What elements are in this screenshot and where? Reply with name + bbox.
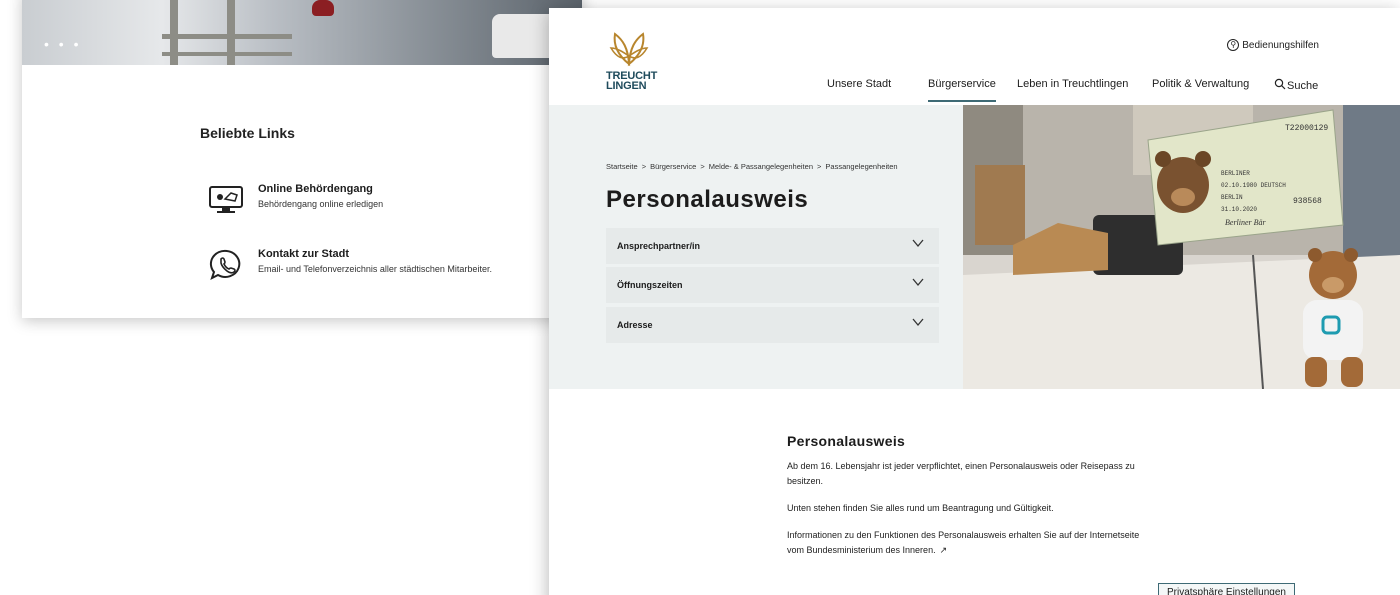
accessibility-icon: ⚲ [1227, 39, 1240, 51]
logo-line-2: LINGEN [606, 80, 647, 92]
breadcrumb: Startseite > Bürgerservice > Melde- & Pa… [606, 162, 898, 171]
svg-text:BERLIN: BERLIN [1221, 194, 1243, 201]
breadcrumb-separator: > [817, 162, 822, 171]
external-link-icon: ↗ [939, 545, 948, 555]
svg-text:31.10.2020: 31.10.2020 [1221, 206, 1257, 213]
search-label: Suche [1287, 80, 1319, 92]
page-title: Personalausweis [606, 186, 809, 213]
hero-street-image: • • • [22, 0, 582, 65]
content-title: Personalausweis [787, 433, 906, 449]
car [312, 0, 334, 16]
accordion-ansprechpartner[interactable]: Ansprechpartner/in [606, 228, 939, 264]
railing-bar [162, 52, 292, 56]
accordion-label: Ansprechpartner/in [617, 241, 701, 251]
breadcrumb-separator: > [641, 162, 647, 171]
svg-text:02.10.1980 DEUTSCH: 02.10.1980 DEUTSCH [1221, 182, 1286, 189]
popular-links-title: Beliebte Links [200, 125, 295, 141]
content-link-text[interactable]: Informationen zu den Funktionen des Pers… [787, 530, 1139, 555]
nav-item-politik[interactable]: Politik & Verwaltung [1152, 78, 1249, 90]
accordion-label: Adresse [617, 320, 653, 330]
slider-dots[interactable]: • • • [44, 36, 81, 52]
privacy-settings-button[interactable]: Privatsphäre Einstellungen [1158, 583, 1295, 595]
svg-text:BERLINER: BERLINER [1221, 170, 1250, 177]
popular-link-contact[interactable]: Kontakt zur Stadt Email- und Telefonverz… [208, 248, 578, 288]
chevron-down-icon [912, 318, 924, 327]
search-button[interactable]: Suche [1274, 75, 1318, 92]
accordion-adresse[interactable]: Adresse [606, 307, 939, 343]
breadcrumb-item-home[interactable]: Startseite [606, 162, 638, 171]
breadcrumb-separator: > [700, 162, 705, 171]
content-paragraph: Ab dem 16. Lebensjahr ist jeder verpflic… [787, 461, 1135, 486]
breadcrumb-item-buergerservice[interactable]: Bürgerservice [650, 162, 696, 171]
railing-bar [162, 34, 292, 39]
back-page-screenshot: • • • Beliebte Links Online Behördengang… [22, 0, 582, 318]
nav-item-unsere-stadt[interactable]: Unsere Stadt [827, 78, 891, 90]
leaf-logo-icon [609, 32, 649, 67]
svg-text:T22000129: T22000129 [1285, 124, 1328, 133]
accessibility-link[interactable]: ⚲ Bedienungshilfen [1227, 39, 1319, 51]
accordion-label: Öffnungszeiten [617, 280, 683, 290]
popular-link-subtitle: Behördengang online erledigen [258, 199, 384, 209]
logo-wordmark: TREUCHT LINGEN [606, 71, 657, 92]
svg-text:Berliner Bär: Berliner Bär [1225, 218, 1267, 227]
computer-hand-icon [209, 186, 243, 213]
nav-item-buergerservice[interactable]: Bürgerservice [928, 78, 996, 102]
city-logo[interactable]: TREUCHT LINGEN [603, 30, 663, 102]
nav-item-leben[interactable]: Leben in Treuchtlingen [1017, 78, 1128, 90]
content-paragraph: Unten stehen finden Sie alles rund um Be… [787, 503, 1054, 513]
svg-text:938568: 938568 [1293, 197, 1322, 206]
popular-link-subtitle: Email- und Telefonverzeichnis aller städ… [258, 264, 492, 274]
content-paragraph-link[interactable]: Informationen zu den Funktionen des Pers… [787, 528, 1147, 558]
breadcrumb-item-melde[interactable]: Melde- & Passangelegenheiten [709, 162, 813, 171]
popular-link-title: Online Behördengang [258, 183, 373, 195]
chevron-down-icon [912, 278, 924, 287]
search-icon [1274, 78, 1286, 89]
front-page-screenshot: TREUCHT LINGEN ⚲ Bedienungshilfen Unsere… [549, 8, 1400, 595]
accordion-oeffnungszeiten[interactable]: Öffnungszeiten [606, 267, 939, 303]
hero-office-photo: T22000129 BERLINER 02.10.1980 DEUTSCH BE… [963, 105, 1400, 389]
main-content: Personalausweis Ab dem 16. Lebensjahr is… [787, 433, 1147, 570]
popular-link-title: Kontakt zur Stadt [258, 248, 350, 260]
phone-bubble-icon [209, 249, 241, 280]
breadcrumb-item-current: Passangelegenheiten [825, 162, 898, 171]
popular-link-online-office[interactable]: Online Behördengang Behördengang online … [208, 183, 578, 223]
chevron-down-icon [912, 239, 924, 248]
accessibility-label: Bedienungshilfen [1242, 39, 1319, 51]
main-navigation: Unsere Stadt Bürgerservice Leben in Treu… [827, 78, 1327, 104]
